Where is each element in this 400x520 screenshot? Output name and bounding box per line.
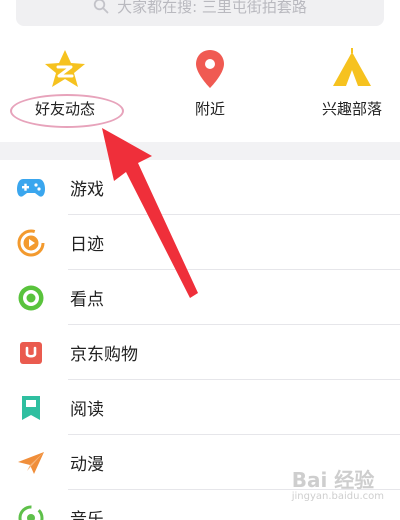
search-input[interactable]: 大家都在搜: 三里屯街拍套路 <box>16 0 384 26</box>
list-item-label: 看点 <box>70 290 104 310</box>
watermark-sub: jingyan.baidu.com <box>291 491 384 502</box>
baidu-watermark: Bai 经验 jingyan.baidu.com <box>292 464 384 502</box>
list-item-label: 游戏 <box>70 180 104 200</box>
shortcut-nearby[interactable]: 附近 <box>150 48 270 134</box>
list-item-diary[interactable]: 日迹 <box>0 215 400 270</box>
search-bar: 大家都在搜: 三里屯街拍套路 <box>0 0 400 38</box>
list-item-label: 音乐 <box>70 510 104 520</box>
qzone-star-icon <box>45 50 85 87</box>
list-item-jd-shopping[interactable]: 京东购物 <box>0 325 400 380</box>
jd-bag-icon <box>16 338 46 368</box>
eye-ring-icon <box>16 283 46 313</box>
watermark-main: Bai 经验 <box>291 468 375 492</box>
shortcut-interest-tribe[interactable]: 兴趣部落 <box>292 48 400 134</box>
list-item-label: 京东购物 <box>70 345 138 365</box>
shortcut-label: 兴趣部落 <box>321 100 382 118</box>
page: 大家都在搜: 三里屯街拍套路 好友动态 附近 兴趣部落 游戏 日迹 看点 京东购… <box>0 0 400 520</box>
gamepad-icon <box>16 173 46 203</box>
search-icon <box>93 0 109 14</box>
list-item-label: 阅读 <box>70 400 104 420</box>
list-item-highlights[interactable]: 看点 <box>0 270 400 325</box>
location-pin-icon <box>196 50 224 88</box>
shortcut-label: 附近 <box>194 100 225 118</box>
paper-plane-icon <box>16 448 46 478</box>
play-circle-icon <box>16 228 46 258</box>
tent-icon <box>333 48 371 86</box>
highlight-ellipse <box>10 94 124 128</box>
list-item-game[interactable]: 游戏 <box>0 160 400 215</box>
list-item-label: 日迹 <box>70 235 104 255</box>
music-icon <box>16 503 46 520</box>
list-item-reading[interactable]: 阅读 <box>0 380 400 435</box>
shortcut-bar: 好友动态 附近 兴趣部落 <box>0 38 400 142</box>
search-placeholder: 大家都在搜: 三里屯街拍套路 <box>117 0 307 16</box>
book-icon <box>16 393 46 423</box>
list-item-label: 动漫 <box>70 455 104 475</box>
